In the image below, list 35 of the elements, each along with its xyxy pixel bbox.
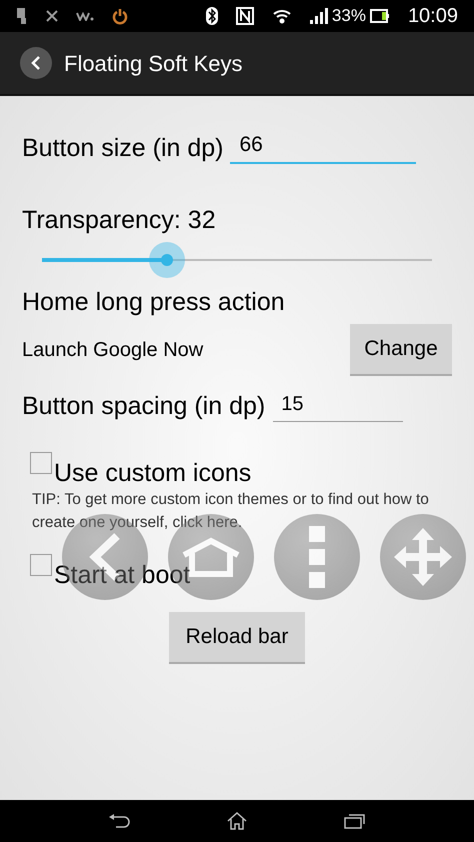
usb-icon xyxy=(16,7,28,25)
close-icon xyxy=(46,10,58,22)
button-spacing-field[interactable]: 15 xyxy=(273,389,404,422)
signal-icon xyxy=(310,8,328,24)
home-action-heading: Home long press action xyxy=(22,287,286,318)
power-icon xyxy=(112,8,128,24)
back-icon[interactable] xyxy=(108,813,130,829)
menu-icon xyxy=(309,526,325,588)
button-size-label: Button size (in dp) xyxy=(22,133,224,164)
home-icon[interactable] xyxy=(226,812,247,830)
walkman-icon xyxy=(76,11,94,21)
custom-icons-label: Use custom icons xyxy=(54,458,252,488)
clock: 10:09 xyxy=(408,4,458,29)
home-action-value: Launch Google Now xyxy=(22,338,204,363)
move-icon xyxy=(392,526,454,588)
checkbox[interactable] xyxy=(30,554,52,576)
checkbox[interactable] xyxy=(30,452,52,474)
transparency-slider[interactable] xyxy=(42,242,432,278)
start-at-boot-label: Start at boot xyxy=(54,560,190,590)
transparency-label: Transparency: 32 xyxy=(22,205,217,236)
back-button[interactable] xyxy=(20,47,52,79)
battery-icon xyxy=(370,9,390,23)
reload-bar-button[interactable]: Reload bar xyxy=(169,612,305,664)
change-button[interactable]: Change xyxy=(350,324,452,376)
button-size-field[interactable]: 66 xyxy=(230,128,416,164)
battery-percent: 33% xyxy=(332,5,366,28)
nfc-icon xyxy=(236,7,254,25)
wifi-icon xyxy=(272,8,292,24)
recent-apps-icon[interactable] xyxy=(344,813,366,829)
bluetooth-icon xyxy=(206,7,218,25)
slider-thumb[interactable] xyxy=(148,242,185,278)
button-spacing-label: Button spacing (in dp) xyxy=(22,391,266,422)
tip-text: TIP: To get more custom icon themes or to find out how to create one yourself, click here. xyxy=(32,490,430,533)
back-icon xyxy=(31,55,41,71)
app-title: Floating Soft Keys xyxy=(64,50,243,78)
